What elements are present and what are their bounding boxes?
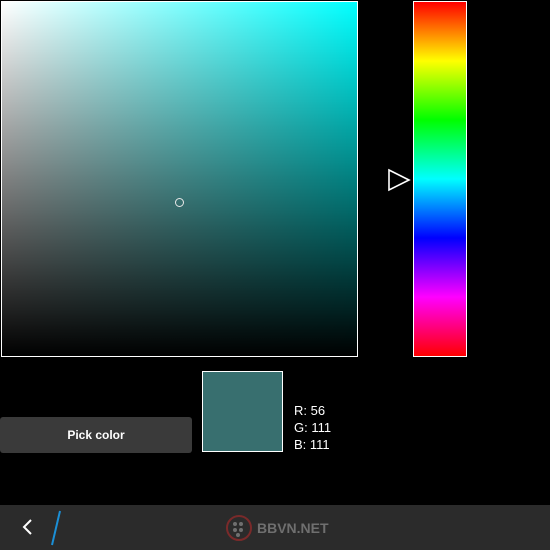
color-preview-swatch [202,371,283,452]
watermark: BBVN.NET [225,513,329,543]
pick-color-button[interactable]: Pick color [0,417,192,453]
bottom-action-bar: BBVN.NET [0,505,550,550]
hue-slider[interactable] [413,1,467,357]
saturation-value-square[interactable] [1,1,358,357]
pick-color-label: Pick color [67,428,125,442]
bbvn-logo-icon [226,515,252,541]
rgb-readout: R: 56 G: 111 B: 111 [294,402,331,453]
hue-pointer-triangle-icon[interactable] [387,168,413,192]
color-selection-cursor[interactable] [175,197,184,207]
color-picker-screen: Pick color R: 56 G: 111 B: 111 BBVN.NET [0,0,550,550]
watermark-text: BBVN.NET [257,520,329,536]
red-value: R: 56 [294,403,326,418]
green-value: G: 111 [294,420,332,435]
divider-slash-icon [51,510,61,546]
chevron-left-icon[interactable] [10,511,46,543]
blue-value: B: 111 [294,437,330,452]
